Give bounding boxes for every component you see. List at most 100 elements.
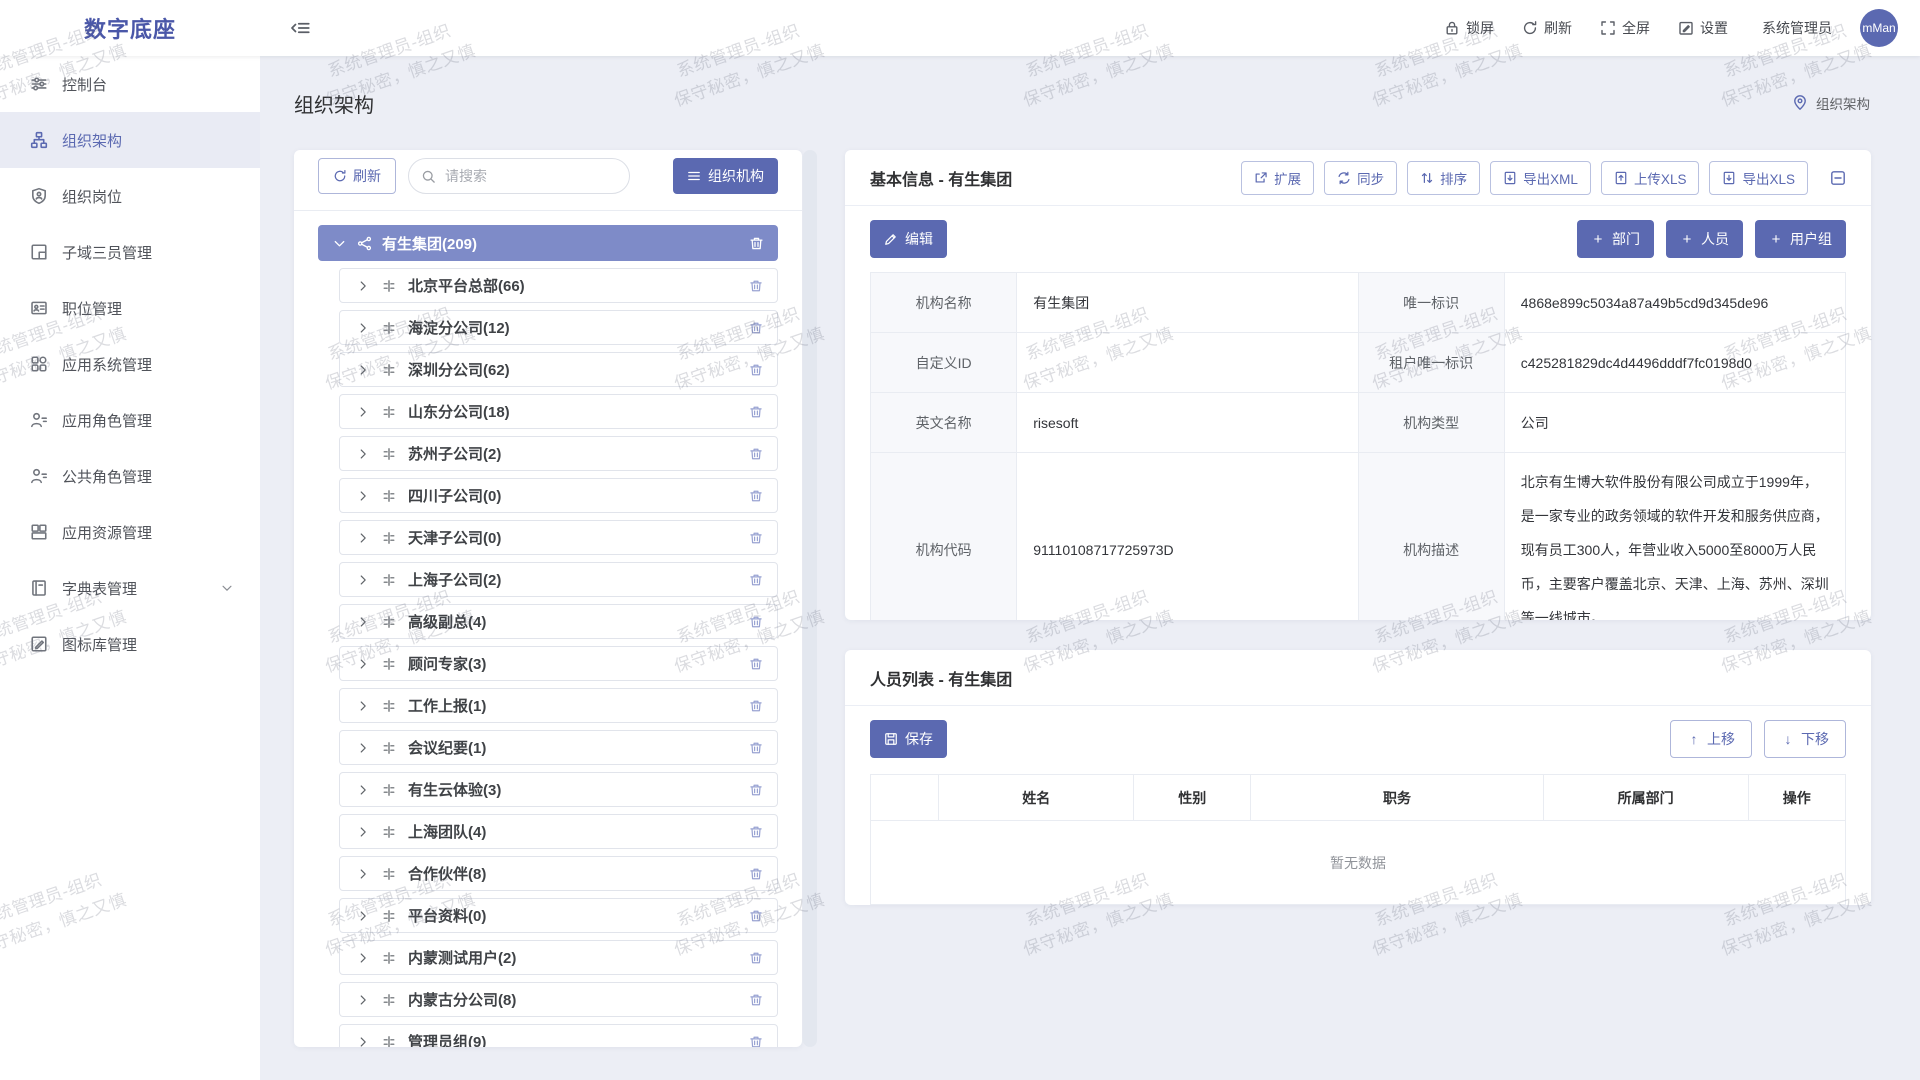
app-resource-icon — [30, 523, 48, 541]
trash-icon[interactable] — [749, 993, 763, 1007]
trash-icon[interactable] — [749, 615, 763, 629]
add-button[interactable]: + 用户组 — [1755, 220, 1846, 258]
tree-node[interactable]: 平台资料(0) — [339, 898, 778, 933]
refresh-button[interactable]: 刷新 — [318, 158, 396, 194]
trash-icon[interactable] — [749, 783, 763, 797]
tree-node[interactable]: 上海团队(4) — [339, 814, 778, 849]
tree-root-node[interactable]: 有生集团(209) — [318, 225, 778, 261]
trash-icon[interactable] — [749, 236, 764, 251]
tree-node[interactable]: 高级副总(4) — [339, 604, 778, 639]
trash-icon[interactable] — [749, 405, 763, 419]
trash-icon[interactable] — [749, 867, 763, 881]
sidebar-item[interactable]: 子域三员管理 — [0, 224, 260, 280]
drag-icon[interactable] — [382, 573, 396, 587]
avatar[interactable]: mMan — [1860, 9, 1898, 47]
sidebar-item[interactable]: 组织架构 — [0, 112, 260, 168]
sidebar-item[interactable]: 组织岗位 — [0, 168, 260, 224]
tree-node[interactable]: 天津子公司(0) — [339, 520, 778, 555]
drag-icon[interactable] — [382, 363, 396, 377]
sidebar-item[interactable]: 控制台 — [0, 56, 260, 112]
trash-icon[interactable] — [749, 573, 763, 587]
sidebar-item[interactable]: 应用角色管理 — [0, 392, 260, 448]
sidebar-item[interactable]: 应用系统管理 — [0, 336, 260, 392]
info-value-cell: 公司 — [1504, 393, 1845, 453]
trash-icon[interactable] — [749, 363, 763, 377]
trash-icon[interactable] — [749, 699, 763, 713]
drag-icon[interactable] — [382, 825, 396, 839]
tree-node[interactable]: 四川子公司(0) — [339, 478, 778, 513]
drag-icon[interactable] — [382, 741, 396, 755]
trash-icon[interactable] — [749, 825, 763, 839]
drag-icon[interactable] — [382, 657, 396, 671]
tree-toolbar: 刷新 组织机构 — [318, 158, 778, 194]
drag-icon[interactable] — [382, 489, 396, 503]
tree-node[interactable]: 会议纪要(1) — [339, 730, 778, 765]
org-structure-button[interactable]: 组织机构 — [673, 158, 778, 194]
toolbar-button[interactable]: 排序 — [1407, 161, 1480, 195]
tree-scrollbar[interactable] — [803, 150, 817, 1047]
trash-icon[interactable] — [749, 531, 763, 545]
drag-icon[interactable] — [382, 1035, 396, 1048]
add-button[interactable]: + 部门 — [1577, 220, 1654, 258]
header-action[interactable]: 全屏 — [1600, 18, 1650, 38]
sidebar-item[interactable]: 应用资源管理 — [0, 504, 260, 560]
toolbar-button[interactable]: 上传XLS — [1601, 161, 1700, 195]
tree-node[interactable]: 合作伙伴(8) — [339, 856, 778, 891]
tree-node[interactable]: 北京平台总部(66) — [339, 268, 778, 303]
toolbar-button[interactable]: 扩展 — [1241, 161, 1314, 195]
move-down-button[interactable]: ↓ 下移 — [1764, 720, 1846, 758]
drag-icon[interactable] — [382, 909, 396, 923]
tree-node[interactable]: 有生云体验(3) — [339, 772, 778, 807]
sidebar-item[interactable]: 字典表管理 — [0, 560, 260, 616]
tree-node[interactable]: 山东分公司(18) — [339, 394, 778, 429]
info-label-cell: 唯一标识 — [1358, 273, 1504, 333]
trash-icon[interactable] — [749, 909, 763, 923]
tree-node[interactable]: 工作上报(1) — [339, 688, 778, 723]
trash-icon[interactable] — [749, 657, 763, 671]
trash-icon[interactable] — [749, 1035, 763, 1048]
drag-icon[interactable] — [382, 783, 396, 797]
trash-icon[interactable] — [749, 489, 763, 503]
tree-node[interactable]: 内蒙古分公司(8) — [339, 982, 778, 1017]
drag-icon[interactable] — [382, 867, 396, 881]
minus-square-icon[interactable] — [1830, 170, 1846, 186]
sidebar-item[interactable]: 公共角色管理 — [0, 448, 260, 504]
search-input[interactable] — [443, 167, 617, 185]
tree-node[interactable]: 深圳分公司(62) — [339, 352, 778, 387]
toolbar-button[interactable]: 导出XML — [1490, 161, 1591, 195]
tree-node[interactable]: 苏州子公司(2) — [339, 436, 778, 471]
trash-icon[interactable] — [749, 447, 763, 461]
header-action[interactable]: 设置 — [1678, 18, 1728, 38]
sidebar-item[interactable]: 图标库管理 — [0, 616, 260, 672]
tree-node[interactable]: 上海子公司(2) — [339, 562, 778, 597]
sidebar-item[interactable]: 职位管理 — [0, 280, 260, 336]
drag-icon[interactable] — [382, 993, 396, 1007]
trash-icon[interactable] — [749, 321, 763, 335]
trash-icon[interactable] — [749, 279, 763, 293]
tree-node[interactable]: 海淀分公司(12) — [339, 310, 778, 345]
drag-icon[interactable] — [382, 405, 396, 419]
toolbar-button[interactable]: 同步 — [1324, 161, 1397, 195]
drag-icon[interactable] — [382, 321, 396, 335]
edit-icon — [884, 232, 898, 246]
drag-icon[interactable] — [382, 531, 396, 545]
drag-icon[interactable] — [382, 615, 396, 629]
save-button[interactable]: 保存 — [870, 720, 947, 758]
drag-icon[interactable] — [382, 279, 396, 293]
tree-node[interactable]: 内蒙测试用户(2) — [339, 940, 778, 975]
drag-icon[interactable] — [382, 951, 396, 965]
tree-node[interactable]: 管理员组(9) — [339, 1024, 778, 1047]
drag-icon[interactable] — [382, 699, 396, 713]
toolbar-button[interactable]: 导出XLS — [1709, 161, 1808, 195]
header-action[interactable]: 刷新 — [1522, 18, 1572, 38]
drag-icon[interactable] — [382, 447, 396, 461]
menu-fold-icon[interactable] — [290, 18, 310, 38]
move-up-button[interactable]: ↑ 上移 — [1670, 720, 1752, 758]
header-action[interactable]: 锁屏 — [1444, 18, 1494, 38]
add-button[interactable]: + 人员 — [1666, 220, 1743, 258]
edit-button[interactable]: 编辑 — [870, 220, 947, 258]
tree-node[interactable]: 顾问专家(3) — [339, 646, 778, 681]
header-action[interactable]: 系统管理员 — [1756, 18, 1832, 38]
trash-icon[interactable] — [749, 951, 763, 965]
trash-icon[interactable] — [749, 741, 763, 755]
